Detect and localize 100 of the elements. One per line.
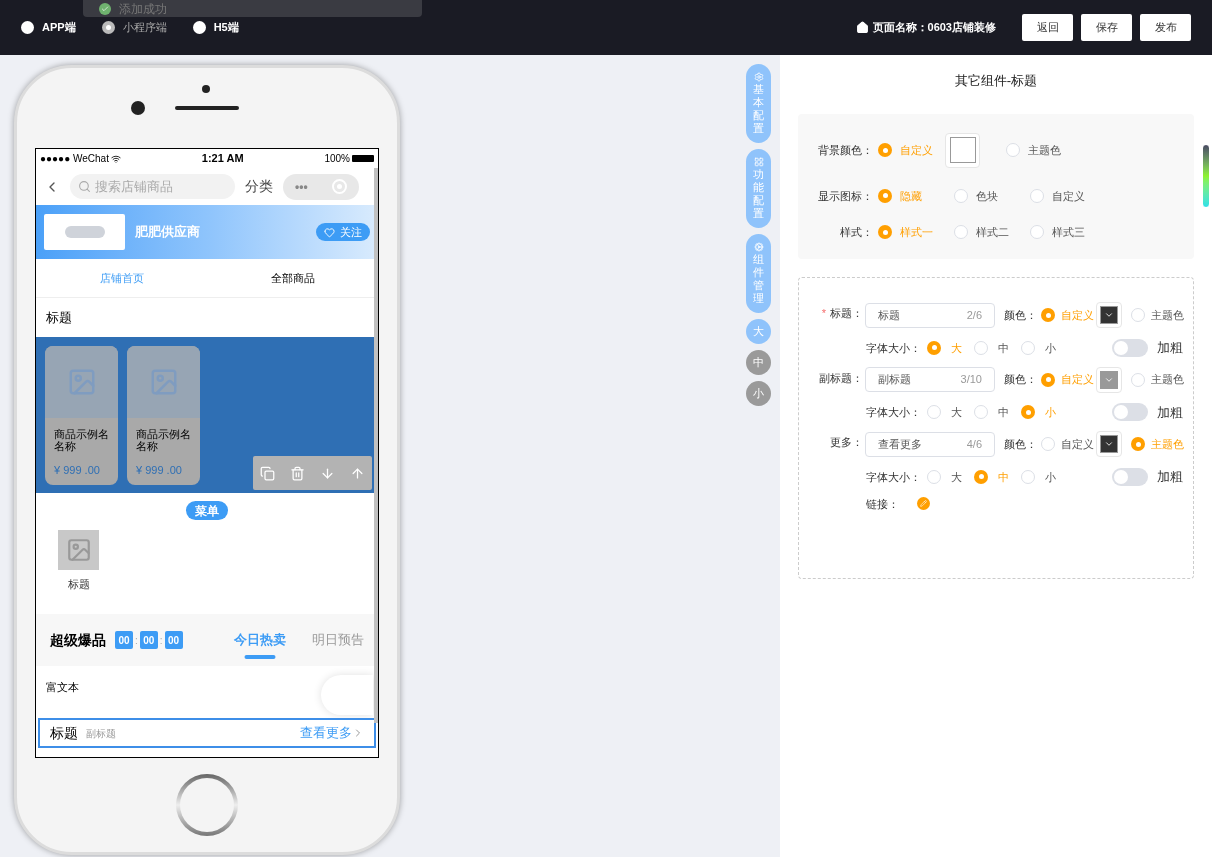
radio-button[interactable] — [1131, 308, 1145, 322]
radio-button[interactable] — [927, 340, 941, 355]
radio-button[interactable] — [192, 21, 206, 34]
option-label: 主题色 — [1028, 142, 1061, 158]
option-label: 隐藏 — [900, 188, 922, 204]
radio-button[interactable] — [1041, 372, 1055, 387]
bold-toggle[interactable] — [1112, 467, 1148, 486]
store-name: 肥肥供应商 — [135, 223, 200, 242]
option-label: 样式一 — [900, 225, 933, 240]
radio-button[interactable] — [1030, 188, 1044, 203]
radio-button[interactable] — [1021, 340, 1035, 355]
option-label: 色块 — [976, 188, 998, 204]
subtitle-text: 副标题 — [86, 726, 116, 741]
link-label: 链接： — [866, 496, 899, 512]
option-label: 小 — [1045, 405, 1056, 420]
option-label: 自定义 — [1052, 188, 1085, 204]
color-label: 颜色： — [1004, 307, 1037, 323]
check-icon — [99, 2, 111, 15]
heart-icon — [324, 226, 335, 238]
section-title: 标题 — [46, 308, 72, 327]
category-link[interactable]: 分类 — [245, 176, 273, 197]
radio-button[interactable] — [927, 405, 941, 420]
product-card[interactable]: 商品示例名名称 ¥ 999 .00 — [127, 346, 200, 485]
menu-image[interactable] — [58, 530, 99, 570]
field-label: 副标题： — [819, 370, 863, 386]
option-label: 自定义 — [900, 142, 933, 158]
timer-digits: 00 — [115, 631, 133, 649]
field-label: 样式： — [839, 225, 874, 240]
search-input[interactable]: 搜索店铺商品 — [95, 176, 225, 197]
text-value[interactable]: 标题 — [878, 306, 948, 324]
option-label: 自定义 — [1061, 436, 1094, 452]
carrier-text: ●●●●● WeChat — [40, 152, 109, 166]
radio-button[interactable] — [878, 225, 892, 240]
menu-badge: 菜单 — [186, 501, 228, 520]
flash-title: 超级爆品 — [50, 630, 106, 650]
option-label: 样式二 — [976, 225, 1009, 240]
radio-button[interactable] — [1041, 308, 1055, 322]
radio-button[interactable] — [101, 21, 115, 34]
radio-button[interactable] — [878, 143, 892, 157]
delete-icon[interactable] — [290, 465, 306, 481]
bold-toggle[interactable] — [1112, 403, 1148, 422]
radio-button[interactable] — [21, 21, 34, 34]
product-name: 商品示例名名称 — [53, 428, 110, 452]
wifi-icon — [110, 153, 121, 164]
page-name: 页面名称：0603店铺装修 — [872, 20, 996, 36]
store-tab[interactable]: 全部商品 — [207, 259, 378, 297]
action-button[interactable]: 返回 — [1022, 14, 1073, 41]
platform-label[interactable]: APP端 — [42, 19, 76, 36]
option-label: 中 — [998, 469, 1009, 485]
radio-button[interactable] — [954, 225, 968, 240]
char-count: 4/6 — [966, 436, 982, 452]
product-card[interactable]: 商品示例名名称 ¥ 999 .00 — [45, 346, 118, 485]
option-label: 中 — [998, 405, 1009, 420]
timer-digits: 00 — [164, 631, 183, 649]
floating-button[interactable] — [321, 675, 373, 715]
radio-button[interactable] — [954, 188, 968, 203]
caret-icon — [1104, 310, 1114, 320]
radio-button[interactable] — [1131, 437, 1145, 451]
edit-link-icon[interactable] — [917, 497, 930, 511]
speaker-drawing — [175, 106, 239, 110]
action-button[interactable]: 发布 — [1140, 14, 1191, 41]
radio-button[interactable] — [878, 188, 892, 203]
text-input[interactable]: 查看更多 4/6 — [865, 431, 995, 457]
panel-title: 其它组件-标题 — [954, 73, 1038, 88]
copy-icon[interactable] — [260, 465, 276, 481]
color-label: 颜色： — [1004, 372, 1037, 388]
option-label: 主题色 — [1151, 436, 1184, 452]
search-icon — [78, 180, 91, 193]
product-price: ¥ 999 .00 — [135, 463, 183, 478]
image-icon — [65, 537, 92, 563]
radio-button[interactable] — [974, 405, 988, 420]
platform-label[interactable]: H5端 — [213, 19, 239, 36]
search-field[interactable]: 搜索店铺商品 — [70, 174, 235, 199]
radio-button[interactable] — [974, 340, 988, 355]
option-label: 主题色 — [1151, 372, 1184, 388]
radio-button[interactable] — [1006, 143, 1020, 157]
bold-toggle[interactable] — [1112, 338, 1148, 357]
action-button[interactable]: 保存 — [1081, 14, 1132, 41]
grid-icon — [753, 157, 764, 167]
text-value[interactable]: 查看更多 — [878, 435, 948, 453]
radio-button[interactable] — [927, 469, 941, 484]
option-label: 自定义 — [1061, 372, 1094, 388]
gear-icon — [753, 72, 764, 82]
radio-button[interactable] — [974, 469, 988, 484]
radio-button[interactable] — [1021, 469, 1035, 484]
text-input[interactable]: 副标题 3/10 — [865, 367, 995, 392]
radio-button[interactable] — [1030, 225, 1044, 240]
text-value[interactable]: 副标题 — [878, 371, 948, 388]
sensor-drawing — [202, 85, 210, 93]
arrow-down-icon[interactable] — [319, 465, 335, 481]
char-count: 3/10 — [960, 372, 982, 388]
radio-button[interactable] — [1131, 372, 1145, 387]
camera-drawing — [131, 101, 145, 115]
status-time: 1:21 AM — [201, 151, 244, 167]
option-label: 自定义 — [1061, 307, 1094, 323]
text-input[interactable]: 标题 2/6 — [865, 302, 995, 328]
radio-button[interactable] — [1041, 437, 1055, 451]
option-label: 小 — [1045, 469, 1056, 485]
radio-button[interactable] — [1021, 405, 1035, 420]
platform-label[interactable]: 小程序端 — [122, 19, 167, 36]
